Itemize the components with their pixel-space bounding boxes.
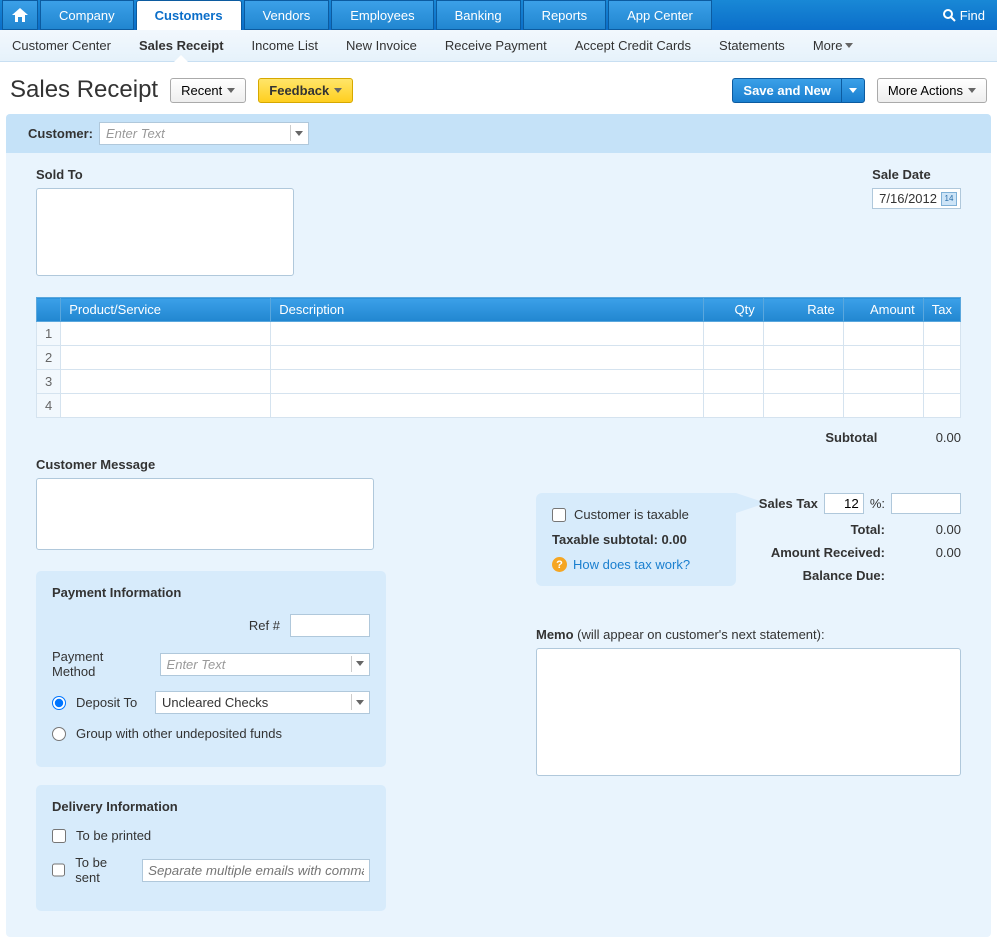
sold-to-label: Sold To bbox=[36, 167, 294, 182]
top-nav: Company Customers Vendors Employees Bank… bbox=[0, 0, 997, 30]
tax-info-box: Customer is taxable Taxable subtotal: 0.… bbox=[536, 493, 736, 586]
sales-tax-name-input[interactable] bbox=[891, 493, 961, 514]
subnav-accept-credit-cards[interactable]: Accept Credit Cards bbox=[575, 38, 691, 53]
subnav-more[interactable]: More bbox=[813, 38, 854, 53]
delivery-info-panel: Delivery Information To be printed To be… bbox=[36, 785, 386, 911]
save-and-new-split: Save and New bbox=[732, 78, 864, 103]
to-be-printed-label: To be printed bbox=[76, 828, 151, 843]
home-icon bbox=[12, 8, 28, 22]
subnav-customer-center[interactable]: Customer Center bbox=[12, 38, 111, 53]
to-be-printed-checkbox[interactable] bbox=[52, 829, 66, 843]
memo-label: Memo (will appear on customer's next sta… bbox=[536, 627, 961, 642]
subtotal-row: Subtotal 0.00 bbox=[36, 426, 961, 457]
customer-bar: Customer: Enter Text bbox=[6, 114, 991, 153]
help-icon: ? bbox=[552, 557, 567, 572]
col-product: Product/Service bbox=[61, 298, 271, 322]
delivery-info-title: Delivery Information bbox=[52, 799, 370, 814]
customer-message-section: Customer Message bbox=[36, 457, 386, 553]
tab-app-center[interactable]: App Center bbox=[608, 0, 712, 30]
subnav-statements[interactable]: Statements bbox=[719, 38, 785, 53]
recent-button[interactable]: Recent bbox=[170, 78, 246, 103]
sales-tax-rate-input[interactable] bbox=[824, 493, 864, 514]
more-actions-button[interactable]: More Actions bbox=[877, 78, 987, 103]
col-tax: Tax bbox=[923, 298, 960, 322]
tab-customers[interactable]: Customers bbox=[136, 0, 242, 30]
sales-receipt-form: Customer: Enter Text Sold To Sale Date 7… bbox=[6, 114, 991, 937]
subnav-new-invoice[interactable]: New Invoice bbox=[346, 38, 417, 53]
sold-to-textarea[interactable] bbox=[36, 188, 294, 276]
chevron-down-icon bbox=[849, 88, 857, 93]
total-value: 0.00 bbox=[891, 522, 961, 537]
col-description: Description bbox=[271, 298, 704, 322]
sold-to-section: Sold To bbox=[36, 167, 294, 279]
to-be-sent-label: To be sent bbox=[75, 855, 132, 885]
tab-employees[interactable]: Employees bbox=[331, 0, 433, 30]
sale-date-field[interactable]: 7/16/2012 14 bbox=[872, 188, 961, 209]
tax-help-link[interactable]: How does tax work? bbox=[573, 557, 690, 572]
subnav-income-list[interactable]: Income List bbox=[252, 38, 318, 53]
email-input[interactable] bbox=[142, 859, 370, 882]
memo-textarea[interactable] bbox=[536, 648, 961, 776]
calendar-icon[interactable]: 14 bbox=[941, 192, 957, 206]
memo-section: Memo (will appear on customer's next sta… bbox=[536, 627, 961, 779]
payment-info-title: Payment Information bbox=[52, 585, 370, 600]
table-row[interactable]: 2 bbox=[37, 346, 961, 370]
payment-info-panel: Payment Information Ref # Payment Method… bbox=[36, 571, 386, 767]
customer-taxable-checkbox[interactable] bbox=[552, 508, 566, 522]
chevron-down-icon bbox=[351, 656, 367, 672]
group-funds-label: Group with other undeposited funds bbox=[76, 726, 282, 741]
customer-select[interactable]: Enter Text bbox=[99, 122, 309, 145]
ref-input[interactable] bbox=[290, 614, 370, 637]
table-row[interactable]: 3 bbox=[37, 370, 961, 394]
col-qty: Qty bbox=[703, 298, 763, 322]
chevron-down-icon bbox=[290, 125, 306, 141]
search-icon bbox=[942, 8, 956, 22]
sub-nav: Customer Center Sales Receipt Income Lis… bbox=[0, 30, 997, 62]
group-funds-radio[interactable] bbox=[52, 727, 66, 741]
chevron-down-icon bbox=[351, 694, 367, 710]
home-tab[interactable] bbox=[2, 0, 38, 30]
payment-method-select[interactable]: Enter Text bbox=[160, 653, 370, 676]
feedback-button[interactable]: Feedback bbox=[258, 78, 353, 103]
tab-company[interactable]: Company bbox=[40, 0, 134, 30]
total-label: Total: bbox=[741, 522, 885, 537]
to-be-sent-checkbox[interactable] bbox=[52, 863, 65, 877]
chevron-down-icon bbox=[968, 88, 976, 93]
chevron-down-icon bbox=[845, 43, 853, 48]
table-row[interactable]: 1 bbox=[37, 322, 961, 346]
amount-received-value: 0.00 bbox=[891, 545, 961, 560]
sales-tax-label: Sales Tax bbox=[741, 496, 818, 511]
sale-date-label: Sale Date bbox=[872, 167, 961, 182]
customer-label: Customer: bbox=[28, 126, 93, 141]
ref-label: Ref # bbox=[249, 618, 280, 633]
chevron-down-icon bbox=[227, 88, 235, 93]
customer-taxable-label: Customer is taxable bbox=[574, 507, 689, 522]
totals-section: Sales Tax %: Total: 0.00 Amount Received… bbox=[741, 493, 961, 591]
payment-method-label: Payment Method bbox=[52, 649, 150, 679]
customer-message-label: Customer Message bbox=[36, 457, 386, 472]
col-amount: Amount bbox=[843, 298, 923, 322]
amount-received-label: Amount Received: bbox=[741, 545, 885, 560]
tab-reports[interactable]: Reports bbox=[523, 0, 607, 30]
taxable-subtotal: Taxable subtotal: 0.00 bbox=[552, 532, 720, 547]
save-and-new-dropdown[interactable] bbox=[841, 78, 865, 103]
customer-message-textarea[interactable] bbox=[36, 478, 374, 550]
find-link[interactable]: Find bbox=[942, 0, 997, 30]
sale-date-section: Sale Date 7/16/2012 14 bbox=[872, 167, 961, 279]
deposit-to-radio[interactable] bbox=[52, 696, 66, 710]
balance-due-label: Balance Due: bbox=[741, 568, 885, 583]
tab-banking[interactable]: Banking bbox=[436, 0, 521, 30]
subnav-receive-payment[interactable]: Receive Payment bbox=[445, 38, 547, 53]
table-row[interactable]: 4 bbox=[37, 394, 961, 418]
chevron-down-icon bbox=[334, 88, 342, 93]
page-title: Sales Receipt bbox=[10, 76, 158, 104]
subnav-sales-receipt[interactable]: Sales Receipt bbox=[139, 38, 224, 53]
tab-vendors[interactable]: Vendors bbox=[244, 0, 330, 30]
title-bar: Sales Receipt Recent Feedback Save and N… bbox=[0, 62, 997, 114]
deposit-to-select[interactable]: Uncleared Checks bbox=[155, 691, 370, 714]
save-and-new-button[interactable]: Save and New bbox=[732, 78, 840, 103]
col-rate: Rate bbox=[763, 298, 843, 322]
line-items-table: Product/Service Description Qty Rate Amo… bbox=[36, 297, 961, 418]
deposit-to-label: Deposit To bbox=[76, 695, 137, 710]
